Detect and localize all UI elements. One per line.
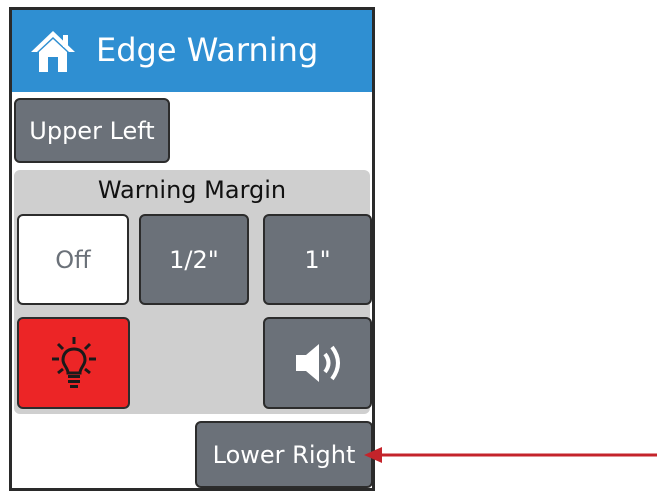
device-screen: Edge Warning Upper Left Warning Margin O…	[9, 7, 375, 491]
upper-left-button[interactable]: Upper Left	[14, 98, 170, 163]
margin-one-inch-button[interactable]: 1"	[263, 214, 372, 305]
lightbulb-icon	[51, 337, 96, 388]
callout-arrow	[364, 447, 657, 463]
page-title: Edge Warning	[96, 31, 319, 69]
warning-margin-title: Warning Margin	[97, 176, 287, 204]
home-icon[interactable]	[28, 27, 78, 75]
lower-right-button[interactable]: Lower Right	[195, 421, 373, 488]
warning-margin-panel: Warning Margin Off 1/2" 1"	[14, 170, 372, 414]
sound-alert-button[interactable]	[263, 317, 372, 409]
light-alert-button[interactable]	[17, 317, 130, 409]
speaker-icon	[295, 344, 340, 382]
margin-half-inch-button[interactable]: 1/2"	[139, 214, 249, 305]
margin-off-button[interactable]: Off	[17, 214, 129, 305]
app-header: Edge Warning	[12, 10, 372, 92]
